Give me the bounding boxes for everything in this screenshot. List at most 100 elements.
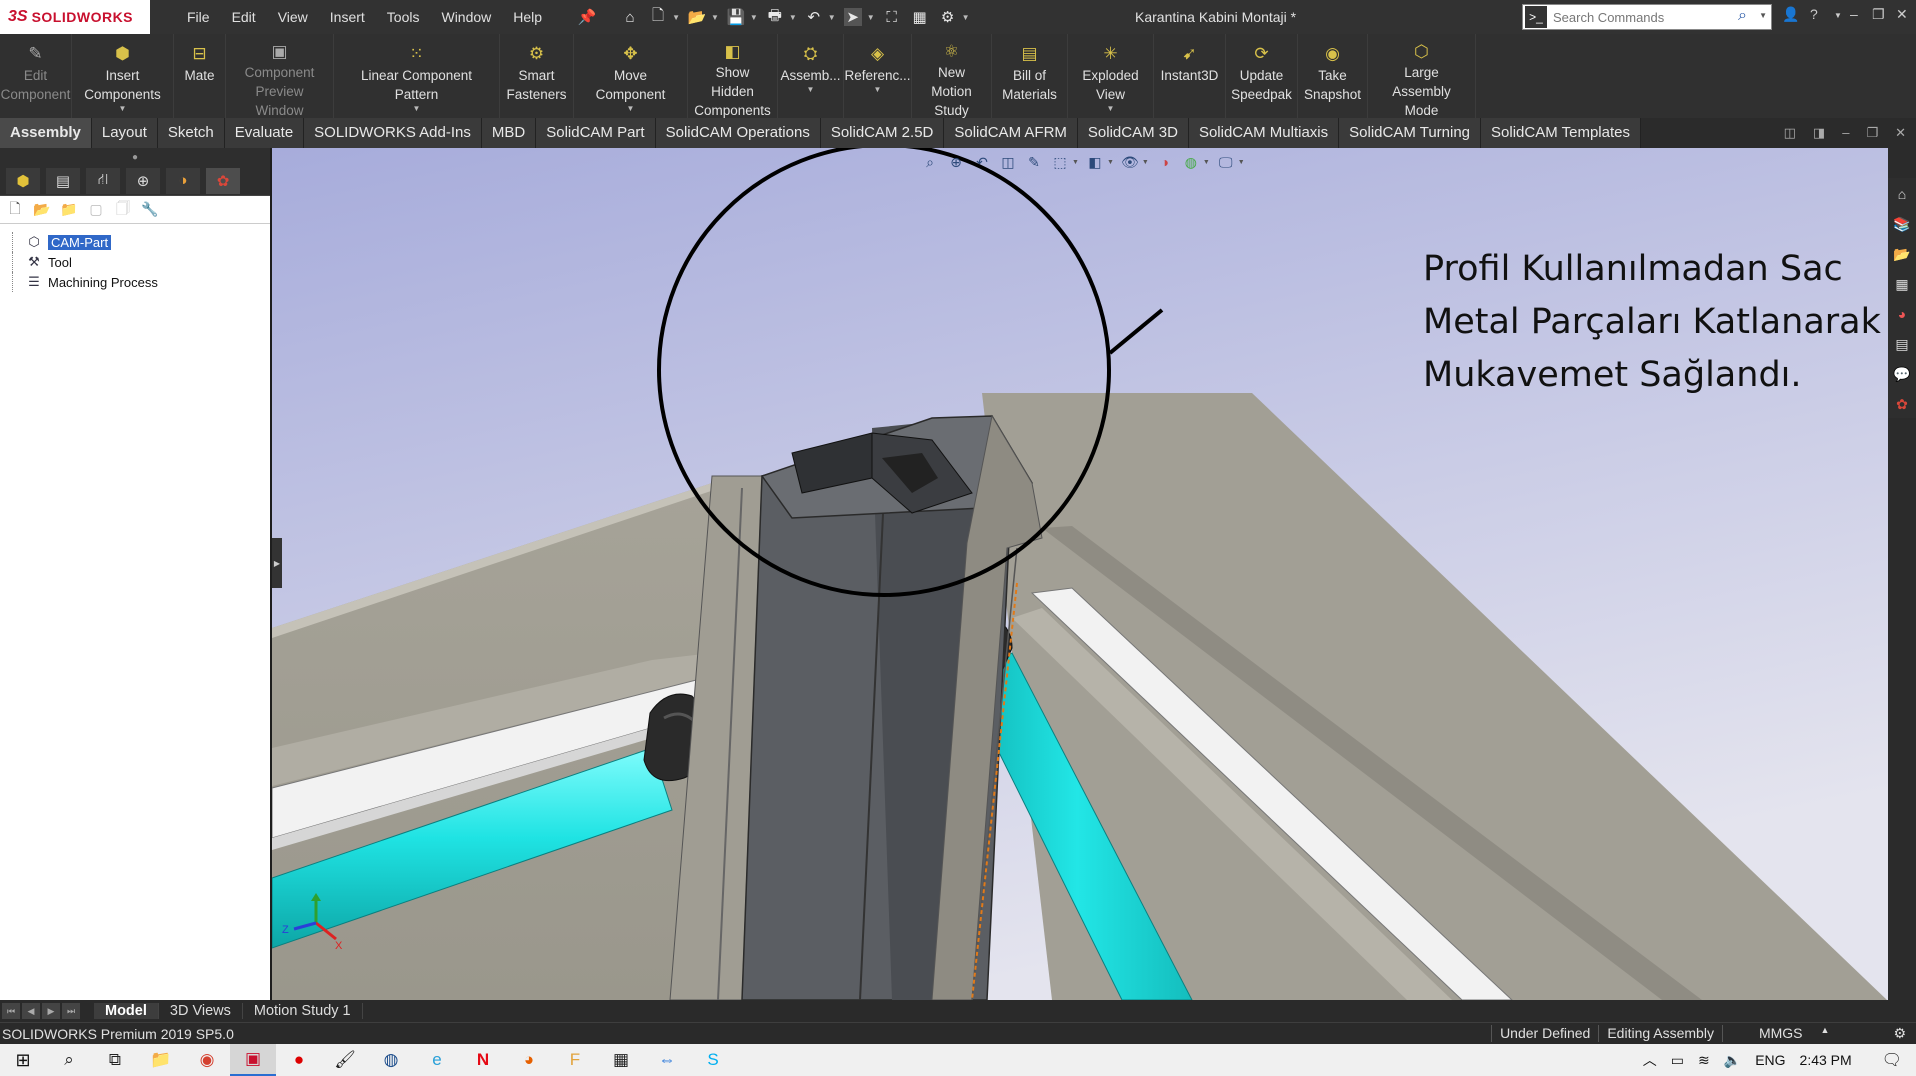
minimize-icon[interactable]: – — [1850, 6, 1858, 22]
edge-icon[interactable]: e — [414, 1044, 460, 1076]
menu-help[interactable]: Help — [502, 9, 553, 25]
move-component-button[interactable]: ✥ Move Component ▼ — [574, 34, 688, 118]
zoom-to-area-icon[interactable]: ⊕ — [946, 152, 966, 172]
bottom-tab-motion-study-1[interactable]: Motion Study 1 — [243, 1003, 363, 1019]
undo-icon[interactable]: ↶ — [805, 8, 823, 26]
feature-manager-tab-icon[interactable]: ⬢ — [6, 167, 40, 194]
tab-solidcam-3d[interactable]: SolidCAM 3D — [1077, 118, 1189, 148]
component-preview-button[interactable]: ▣ Component Preview Window — [226, 34, 334, 118]
chevron-down-icon[interactable]: ▼ — [962, 13, 970, 22]
bottom-tab-3d-views[interactable]: 3D Views — [159, 1003, 243, 1019]
dynamic-annotation-icon[interactable]: ✎ — [1024, 152, 1044, 172]
close-icon[interactable]: ✕ — [1896, 6, 1908, 23]
chevron-down-icon[interactable]: ▼ — [1142, 159, 1149, 166]
solidcam-icon[interactable]: ✿ — [1892, 394, 1912, 414]
battery-icon[interactable]: ▭ — [1671, 1052, 1684, 1069]
restore-icon[interactable]: ❐ — [1866, 125, 1878, 141]
display-manager-tab-icon[interactable]: ◑ — [166, 167, 200, 194]
linear-pattern-button[interactable]: ⁙ Linear Component Pattern ▼ — [334, 34, 500, 118]
chevron-down-icon[interactable]: ▼ — [1072, 159, 1079, 166]
solidworks-logo[interactable]: 3S SOLIDWORKS — [0, 0, 150, 34]
view-orientation-icon[interactable]: ⬚ — [1050, 152, 1070, 172]
bom-button[interactable]: ▤ Bill of Materials — [992, 34, 1068, 118]
paint-icon[interactable]: 🖌 — [322, 1044, 368, 1076]
tab-solidcam-2-5d[interactable]: SolidCAM 2.5D — [820, 118, 945, 148]
next-tab-arrow-icon[interactable]: ▶ — [42, 1003, 60, 1019]
first-tab-arrow-icon[interactable]: ⏮ — [2, 1003, 20, 1019]
minimize-icon[interactable]: – — [1842, 125, 1849, 141]
bottom-tab-model[interactable]: Model — [94, 1003, 159, 1019]
search-icon[interactable]: ⌕ — [1738, 7, 1747, 25]
chevron-down-icon[interactable]: ▼ — [874, 85, 882, 95]
wifi-icon[interactable]: ≋ — [1698, 1052, 1710, 1069]
chevron-up-icon[interactable]: ︿ — [1643, 1050, 1657, 1070]
options-gear-icon[interactable]: ⚙ — [939, 8, 957, 26]
home-icon[interactable]: ⌂ — [621, 8, 639, 26]
chevron-down-icon[interactable]: ▼ — [1238, 159, 1245, 166]
chevron-down-icon[interactable]: ▼ — [672, 13, 680, 22]
chevron-down-icon[interactable]: ▼ — [867, 13, 875, 22]
smart-fasteners-button[interactable]: ⚙ Smart Fasteners — [500, 34, 574, 118]
chevron-down-icon[interactable]: ▼ — [119, 104, 127, 114]
menu-view[interactable]: View — [267, 9, 319, 25]
zoom-to-fit-icon[interactable]: ⌕ — [920, 152, 940, 172]
chevron-up-icon[interactable]: ▲ — [1811, 1025, 1834, 1042]
tab-solidcam-turning[interactable]: SolidCAM Turning — [1339, 118, 1482, 148]
dimxpert-tab-icon[interactable]: ⊕ — [126, 167, 160, 194]
hide-show-items-icon[interactable]: 👁 — [1120, 152, 1140, 172]
copy-icon[interactable]: 🗍 — [114, 200, 132, 219]
calculator-icon[interactable]: ▦ — [598, 1044, 644, 1076]
panel-icon[interactable]: ◨ — [1813, 125, 1825, 141]
clock[interactable]: 2:43 PM — [1800, 1052, 1852, 1068]
new-document-icon[interactable]: 🗋 — [649, 7, 667, 26]
tab-solidcam-operations[interactable]: SolidCAM Operations — [655, 118, 821, 148]
tree-item[interactable]: ⬡ CAM-Part — [12, 232, 270, 252]
volume-icon[interactable]: 🔈 — [1724, 1052, 1741, 1069]
task-view-icon[interactable]: ⧉ — [92, 1044, 138, 1076]
select-icon[interactable]: ➤ — [843, 8, 862, 26]
mate-button[interactable]: ⊟ Mate — [174, 34, 226, 118]
edit-appearance-icon[interactable]: ◑ — [1155, 152, 1175, 172]
units-selector[interactable]: MMGS — [1721, 1025, 1811, 1042]
new-cam-part-icon[interactable]: 🗋 — [6, 200, 24, 219]
last-tab-arrow-icon[interactable]: ⏭ — [62, 1003, 80, 1019]
design-library-icon[interactable]: 📚 — [1892, 214, 1912, 234]
chevron-down-icon[interactable]: ▼ — [1834, 11, 1842, 20]
tab-layout[interactable]: Layout — [91, 118, 158, 148]
chevron-down-icon[interactable]: ▼ — [828, 13, 836, 22]
view-palette-icon[interactable]: ▦ — [1892, 274, 1912, 294]
chevron-down-icon[interactable]: ▼ — [1107, 104, 1115, 114]
show-hidden-button[interactable]: ◧ Show Hidden Components — [688, 34, 778, 118]
help-icon[interactable]: ? — [1810, 6, 1818, 22]
chevron-down-icon[interactable]: ▼ — [1107, 159, 1114, 166]
save-icon[interactable]: ▢ — [87, 201, 105, 219]
recorder-icon[interactable]: ● — [276, 1044, 322, 1076]
language-indicator[interactable]: ENG — [1755, 1052, 1785, 1068]
forum-icon[interactable]: 💬 — [1892, 364, 1912, 384]
chevron-down-icon[interactable]: ▼ — [750, 13, 758, 22]
skype-icon[interactable]: S — [690, 1044, 736, 1076]
settings-wrench-icon[interactable]: 🔧 — [141, 201, 159, 219]
display-style-icon[interactable]: ◧ — [1085, 152, 1105, 172]
tab-mbd[interactable]: MBD — [481, 118, 537, 148]
notifications-icon[interactable]: 🗨 — [1882, 1050, 1902, 1070]
prev-tab-arrow-icon[interactable]: ◀ — [22, 1003, 40, 1019]
file-manager-icon[interactable]: F — [552, 1044, 598, 1076]
steam-icon[interactable]: ◍ — [368, 1044, 414, 1076]
tab-assembly[interactable]: Assembly — [0, 118, 92, 148]
motion-study-button[interactable]: ⚛ New Motion Study — [912, 34, 992, 118]
edit-component-button[interactable]: ✎ Edit Component — [0, 34, 72, 118]
save-icon[interactable]: 💾 — [727, 8, 746, 26]
windows-start-icon[interactable]: ⊞ — [0, 1044, 46, 1076]
firefox-icon[interactable]: ◕ — [506, 1044, 552, 1076]
large-assembly-button[interactable]: ⬡ Large Assembly Mode — [1368, 34, 1476, 118]
solidworks-taskbar-icon[interactable]: ▣ — [230, 1044, 276, 1076]
panel-splitter[interactable]: ● — [0, 148, 270, 166]
assembly-features-button[interactable]: ⛭ Assemb... ▼ — [778, 34, 844, 118]
apply-scene-icon[interactable]: ◍ — [1181, 152, 1201, 172]
exploded-view-button[interactable]: ✳ Exploded View ▼ — [1068, 34, 1154, 118]
chrome-icon[interactable]: ◉ — [184, 1044, 230, 1076]
print-icon[interactable]: 🖶 — [766, 7, 784, 26]
insert-components-button[interactable]: ⬢ Insert Components ▼ — [72, 34, 174, 118]
close-icon[interactable]: ✕ — [1895, 125, 1906, 141]
